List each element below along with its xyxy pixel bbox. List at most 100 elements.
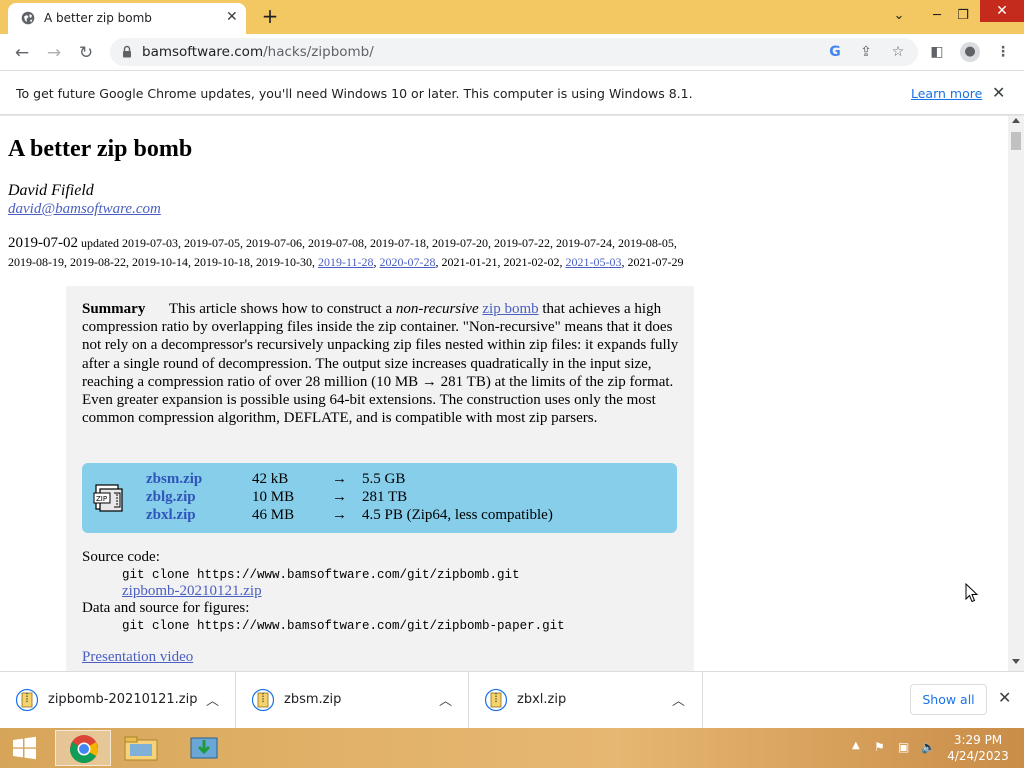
folder-icon [124,736,158,761]
network-icon[interactable]: ▣ [898,740,909,754]
file-link-zbxl[interactable]: zbxl.zip [146,507,196,524]
download-item[interactable]: zipbomb-20210121.zip ︿ [0,672,236,729]
taskbar-clock[interactable]: 3:29 PM 4/24/2023 [946,732,1010,764]
download-name: zbsm.zip [284,692,342,707]
windows-start-icon[interactable] [4,730,44,766]
globe-icon [21,11,35,25]
dates-line-2b: , 2021-01-21, 2021-02-02, [435,255,563,269]
forward-arrow-icon[interactable]: → [42,42,66,64]
tab-title: A better zip bomb [44,11,152,25]
update-infobar: To get future Google Chrome updates, you… [0,71,1024,115]
download-shelf-close-icon[interactable]: ✕ [998,688,1011,707]
scroll-up-arrow-icon[interactable] [1012,118,1020,123]
author-email-link[interactable]: david@bamsoftware.com [8,201,161,218]
chevron-up-icon[interactable]: ︿ [672,690,685,709]
summary-text-1: This article shows how to construct a [168,301,393,317]
scrollbar-thumb[interactable] [1011,132,1021,150]
expanded-size: 5.5 GB [362,471,406,487]
network-download-icon [190,737,218,759]
tab-search-chevron-icon[interactable]: ⌄ [884,2,914,30]
git-clone-command: git clone https://www.bamsoftware.com/gi… [122,568,520,582]
download-item[interactable]: zbxl.zip ︿ [469,672,703,729]
restore-button[interactable]: ❐ [948,2,978,30]
taskbar-chrome[interactable] [55,730,111,766]
new-tab-button[interactable]: + [259,3,281,29]
tab-strip: A better zip bomb ✕ + ⌄ ─ ❐ ✕ [0,0,1024,34]
summary-paragraph: Summary This article shows how to constr… [82,300,682,427]
google-translate-icon[interactable]: G [826,44,844,60]
mouse-cursor-icon [965,583,979,603]
presentation-video-link[interactable]: Presentation video [82,649,193,666]
expanded-size: 4.5 PB (Zip64, less compatible) [362,507,553,523]
address-bar[interactable]: bamsoftware.com/hacks/zipbomb/ [110,38,918,66]
file-size: 10 MB [252,489,295,505]
arrow: → [332,507,347,523]
file-size: 46 MB [252,507,295,523]
dates-line-2: 2019-08-19, 2019-08-22, 2019-10-14, 2019… [8,255,315,269]
summary-text-2: that achieves a high compression ratio b… [82,301,679,427]
file-link-zblg[interactable]: zblg.zip [146,489,196,506]
arrow: → [332,489,347,505]
data-source-label: Data and source for figures: [82,600,250,616]
bookmark-star-icon[interactable]: ☆ [889,44,907,60]
download-name: zbxl.zip [517,692,567,707]
zip-file-icon [485,688,507,712]
updated-label: updated [81,236,119,250]
date-link-2020-07-28[interactable]: 2020-07-28 [380,255,436,269]
side-panel-icon[interactable]: ◧ [928,44,946,60]
svg-text:ZIP: ZIP [96,495,107,503]
back-arrow-icon[interactable]: ← [10,42,34,64]
zip-archive-icon: ZIP [93,484,123,512]
summary-emphasis: non-recursive [395,301,479,317]
publish-date: 2019-07-02 [8,235,78,251]
summary-label: Summary [82,301,146,317]
file-link-zbsm[interactable]: zbsm.zip [146,471,202,488]
clock-time: 3:29 PM [953,733,1003,747]
tab-active[interactable]: A better zip bomb ✕ [8,3,246,34]
zip-bomb-link[interactable]: zip bomb [482,301,538,317]
reload-icon[interactable]: ↻ [74,42,98,64]
profile-avatar-icon[interactable]: ● [960,42,980,62]
action-center-flag-icon[interactable]: ⚑ [874,740,885,754]
download-shelf: zipbomb-20210121.zip ︿ zbsm.zip ︿ zbxl.z… [0,671,1024,729]
download-item[interactable]: zbsm.zip ︿ [236,672,469,729]
dates-line-1: 2019-07-03, 2019-07-05, 2019-07-06, 2019… [122,236,677,250]
lock-icon [123,45,131,58]
git-clone-paper-command: git clone https://www.bamsoftware.com/gi… [122,619,565,633]
file-size: 42 kB [252,471,289,487]
learn-more-link[interactable]: Learn more [911,86,982,101]
taskbar-app[interactable] [176,730,232,766]
author-name: David Fifield [8,182,94,199]
window-close-button[interactable]: ✕ [980,0,1024,22]
chrome-icon [70,735,98,763]
scroll-down-arrow-icon[interactable] [1012,659,1020,664]
expanded-size: 281 TB [362,489,408,505]
windows-taskbar: ▲ ⚑ ▣ 🔈 3:29 PM 4/24/2023 [0,728,1024,768]
url-text: bamsoftware.com/hacks/zipbomb/ [142,44,374,60]
tray-chevron-up-icon[interactable]: ▲ [852,740,860,751]
infobar-close-icon[interactable]: ✕ [992,83,1005,102]
taskbar-file-explorer[interactable] [113,730,169,766]
date-link-2021-05-03[interactable]: 2021-05-03 [566,255,622,269]
date-link-2019-11-28[interactable]: 2019-11-28 [318,255,374,269]
file-list-box: ZIP zbsm.zip 42 kB → 5.5 GB zblg.zip 10 … [82,463,677,533]
show-all-button[interactable]: Show all [910,684,987,715]
volume-muted-icon[interactable]: 🔈 [921,740,936,754]
dates-block: 2019-07-02 updated 2019-07-03, 2019-07-0… [8,235,684,269]
clock-date: 4/24/2023 [947,749,1009,763]
arrow: → [332,471,347,487]
share-icon[interactable]: ⇪ [857,44,875,60]
summary-box: Summary This article shows how to constr… [66,286,694,671]
menu-kebab-icon[interactable]: ⋮ [994,44,1012,60]
source-code-label: Source code: [82,549,160,565]
page-content: A better zip bomb David Fifield david@ba… [0,116,1008,671]
page-scrollbar[interactable] [1008,116,1024,671]
tab-close-icon[interactable]: ✕ [226,9,238,25]
source-zip-link[interactable]: zipbomb-20210121.zip [122,583,262,600]
zip-file-icon [16,688,38,712]
infobar-message: To get future Google Chrome updates, you… [16,86,693,101]
chevron-up-icon[interactable]: ︿ [439,690,452,709]
chevron-up-icon[interactable]: ︿ [206,690,219,709]
page-title: A better zip bomb [8,136,193,162]
zip-file-icon [252,688,274,712]
